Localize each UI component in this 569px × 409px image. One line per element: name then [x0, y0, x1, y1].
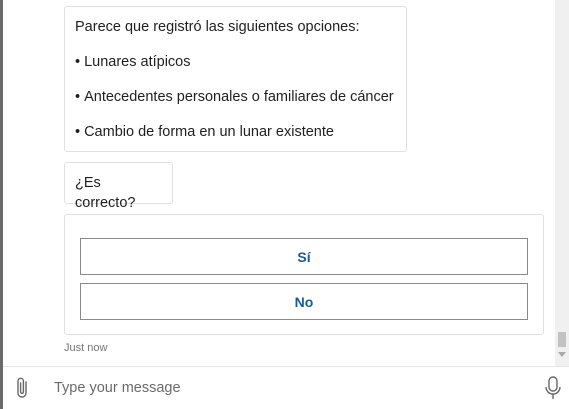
- message-input[interactable]: [45, 375, 543, 401]
- microphone-icon[interactable]: [544, 376, 562, 401]
- paperclip-icon[interactable]: [14, 376, 32, 400]
- bot-message-options: Parece que registró las siguientes opcio…: [64, 6, 407, 152]
- bullet: •: [75, 89, 81, 105]
- message-input-bar: [3, 366, 569, 409]
- option-label: Lunares atípicos: [84, 54, 191, 70]
- scrollbar-thumb[interactable]: [558, 332, 566, 347]
- bot-message-question: ¿Es correcto?: [64, 162, 173, 211]
- yes-button[interactable]: Sí: [80, 238, 528, 275]
- option-label: Antecedentes personales o familiares de …: [84, 89, 394, 105]
- bullet: •: [75, 124, 81, 140]
- no-button[interactable]: No: [80, 283, 528, 320]
- confirm-card: Sí No: [64, 214, 544, 335]
- message-timestamp: Just now: [64, 342, 108, 354]
- bullet: •: [75, 54, 81, 70]
- chat-scrollbar[interactable]: [555, 0, 569, 366]
- options-intro-text: Parece que registró las siguientes opcio…: [75, 19, 360, 35]
- option-label: Cambio de forma en un lunar existente: [84, 124, 334, 140]
- option-item: • Lunares atípicos: [75, 52, 396, 72]
- option-item: • Antecedentes personales o familiares de…: [75, 87, 396, 107]
- scroll-down-arrow-icon[interactable]: [558, 352, 566, 357]
- option-item: • Cambio de forma en un lunar existente: [75, 122, 396, 142]
- chat-history: Parece que registró las siguientes opcio…: [3, 0, 555, 366]
